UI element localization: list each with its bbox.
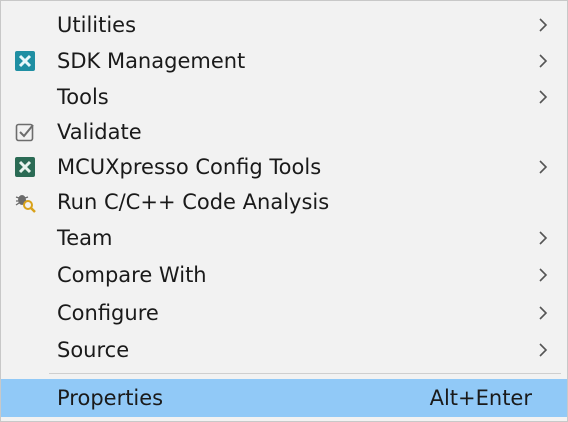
menu-item-tools[interactable]: Tools bbox=[1, 79, 567, 115]
submenu-arrow-icon bbox=[537, 18, 549, 32]
menu-item-label: Properties bbox=[57, 386, 164, 410]
menu-separator bbox=[49, 373, 561, 374]
menu-item-properties[interactable]: Properties Alt+Enter bbox=[1, 379, 567, 417]
menu-item-utilities[interactable]: Utilities bbox=[1, 7, 567, 43]
submenu-arrow-icon bbox=[537, 343, 549, 357]
submenu-arrow-icon bbox=[537, 54, 549, 68]
validate-checkbox-icon bbox=[14, 121, 36, 143]
shortcut-label: Alt+Enter bbox=[429, 386, 532, 410]
menu-item-mcuxpresso-config-tools[interactable]: MCUXpresso Config Tools bbox=[1, 149, 567, 185]
menu-item-label: Compare With bbox=[57, 263, 207, 287]
menu-item-label: Configure bbox=[57, 301, 159, 325]
context-menu: Utilities SDK Management Tools Validate … bbox=[0, 0, 568, 422]
sdk-management-icon bbox=[14, 50, 36, 72]
menu-item-team[interactable]: Team bbox=[1, 220, 567, 256]
menu-item-label: Tools bbox=[57, 85, 109, 109]
menu-item-run-code-analysis[interactable]: Run C/C++ Code Analysis bbox=[1, 184, 567, 220]
submenu-arrow-icon bbox=[537, 231, 549, 245]
submenu-arrow-icon bbox=[537, 160, 549, 174]
code-analysis-bug-icon bbox=[14, 191, 36, 213]
submenu-arrow-icon bbox=[537, 90, 549, 104]
menu-item-compare-with[interactable]: Compare With bbox=[1, 257, 567, 293]
menu-item-label: Team bbox=[57, 226, 113, 250]
menu-item-sdk-management[interactable]: SDK Management bbox=[1, 43, 567, 79]
menu-item-source[interactable]: Source bbox=[1, 332, 567, 368]
menu-item-label: Source bbox=[57, 338, 130, 362]
submenu-arrow-icon bbox=[537, 306, 549, 320]
menu-item-label: Run C/C++ Code Analysis bbox=[57, 190, 330, 214]
menu-item-label: SDK Management bbox=[57, 49, 246, 73]
mcuxpresso-config-icon bbox=[14, 156, 36, 178]
menu-item-label: Utilities bbox=[57, 13, 137, 37]
menu-item-configure[interactable]: Configure bbox=[1, 295, 567, 331]
menu-item-label: MCUXpresso Config Tools bbox=[57, 155, 322, 179]
menu-item-validate[interactable]: Validate bbox=[1, 114, 567, 150]
menu-item-label: Validate bbox=[57, 120, 142, 144]
submenu-arrow-icon bbox=[537, 268, 549, 282]
